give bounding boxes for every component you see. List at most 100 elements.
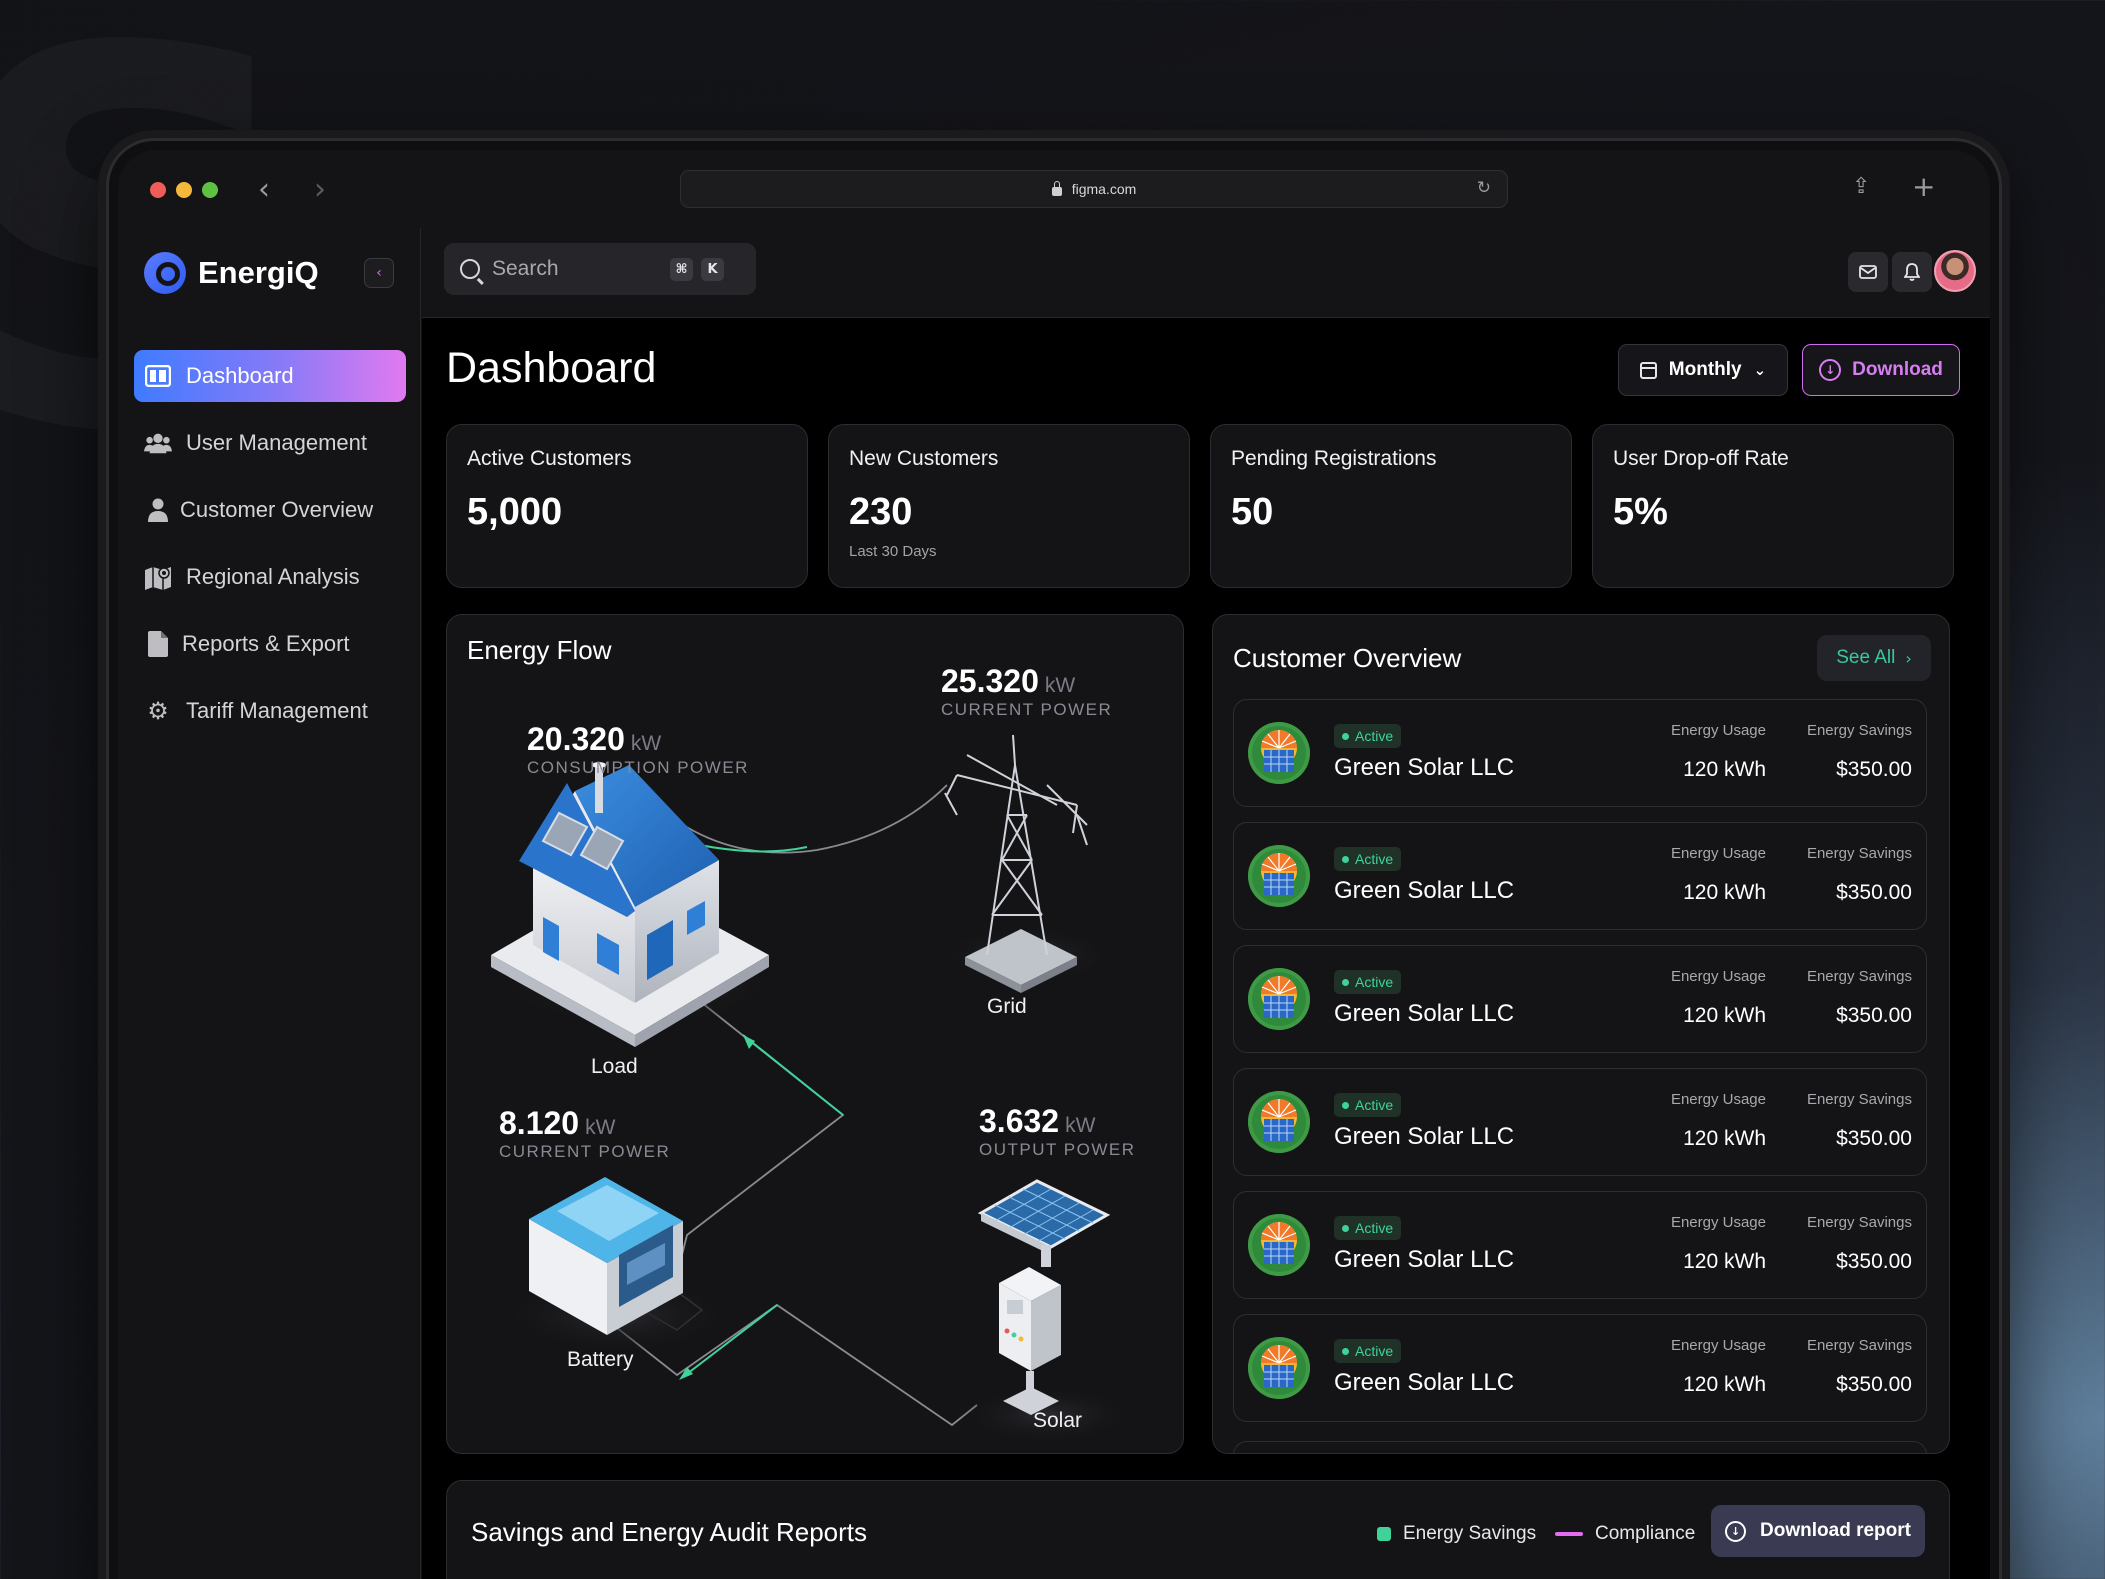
mail-icon [1859, 265, 1877, 279]
download-button-label: Download [1852, 359, 1943, 380]
sidebar: EnergiQ ‹ Dashboard User Management Cust [118, 228, 421, 1579]
customer-overview-panel: Customer Overview See All › Active Green … [1212, 614, 1950, 1454]
brand: EnergiQ [144, 252, 319, 294]
page-title: Dashboard [446, 344, 657, 392]
legend-label: Energy Savings [1403, 1523, 1537, 1544]
status-badge: Active [1334, 1093, 1402, 1117]
energy-savings-value: $350.00 [1836, 758, 1912, 781]
stat-label: Pending Registrations [1231, 447, 1437, 470]
browser-window: ‹ › figma.com ↻ ⇪ + EnergiQ ‹ Dashboard [118, 150, 1990, 1579]
download-button[interactable]: ↓ Download [1802, 344, 1960, 396]
share-icon[interactable]: ⇪ [1852, 174, 1870, 199]
load-to-battery-line [676, 994, 845, 1276]
status-label: Active [1355, 728, 1394, 744]
collapse-sidebar-button[interactable]: ‹ [364, 258, 394, 288]
energy-usage-header: Energy Usage [1670, 968, 1766, 985]
load-label: Load [591, 1055, 638, 1078]
mail-button[interactable] [1848, 252, 1888, 292]
address-bar[interactable]: figma.com ↻ [680, 170, 1508, 208]
search-box[interactable]: ⌘ K [444, 243, 756, 295]
sidebar-item-dashboard[interactable]: Dashboard [134, 350, 406, 402]
solar-power-readout: 3.632 kW OUTPUT POWER [979, 1103, 1136, 1160]
reports-title: Savings and Energy Audit Reports [471, 1517, 868, 1547]
close-window-button[interactable] [150, 182, 166, 198]
status-badge: Active [1334, 724, 1402, 748]
company-logo-icon [1248, 722, 1310, 784]
stat-value: 5% [1613, 491, 1668, 533]
solar-label: Solar [1033, 1409, 1083, 1432]
customer-name: Green Solar LLC [1334, 1123, 1515, 1150]
calendar-icon [1639, 361, 1657, 379]
solar-power-caption: OUTPUT POWER [979, 1140, 1136, 1159]
stat-card-pending-registrations: Pending Registrations 50 [1210, 424, 1572, 588]
brand-name: EnergiQ [198, 255, 319, 290]
energy-usage-value: 120 kWh [1683, 1004, 1766, 1027]
energy-savings-value: $350.00 [1836, 1004, 1912, 1027]
consumption-power-readout: 20.320 kW CONSUMPTION POWER [527, 721, 749, 778]
energy-savings-value: $350.00 [1836, 881, 1912, 904]
grid-label: Grid [987, 995, 1027, 1018]
see-all-button[interactable]: See All › [1817, 635, 1931, 681]
status-label: Active [1355, 1097, 1394, 1113]
customer-row[interactable]: Active Green Solar LLC Energy Usage 120 kWh… [1233, 945, 1927, 1053]
status-dot [1342, 1101, 1349, 1109]
sidebar-item-label: Dashboard [186, 363, 294, 388]
sidebar-item-customer-overview[interactable]: Customer Overview [134, 484, 406, 536]
sidebar-item-label: Customer Overview [180, 497, 374, 522]
battery-power-unit: kW [585, 1116, 616, 1139]
status-dot [1342, 1347, 1349, 1355]
grid-power-readout: 25.320 kW CURRENT POWER [941, 663, 1112, 720]
sidebar-item-label: Tariff Management [186, 698, 368, 723]
stat-card-drop-off-rate: User Drop-off Rate 5% [1592, 424, 1954, 588]
customer-name: Green Solar LLC [1334, 754, 1515, 781]
dashboard-icon [144, 363, 172, 389]
customer-row[interactable]: Active Green Solar LLC Energy Usage 120 kWh… [1233, 822, 1927, 930]
maximize-window-button[interactable] [202, 182, 218, 198]
energy-usage-header: Energy Usage [1670, 1214, 1766, 1231]
customer-row[interactable]: Active Green Solar LLC Energy Usage 120 kWh… [1233, 1068, 1927, 1176]
minimize-window-button[interactable] [176, 182, 192, 198]
sidebar-item-regional-analysis[interactable]: Regional Analysis [134, 551, 406, 603]
stat-value: 5,000 [467, 491, 563, 533]
sidebar-item-tariff-management[interactable]: ⚙ Tariff Management [134, 685, 406, 737]
consumption-power-value: 20.320 [527, 721, 625, 757]
brand-logo-icon [144, 252, 186, 294]
customer-row-partial[interactable] [1233, 1441, 1927, 1453]
energy-savings-header: Energy Savings [1806, 968, 1912, 985]
sidebar-item-label: User Management [186, 430, 367, 455]
customer-name: Green Solar LLC [1334, 877, 1515, 904]
customer-row[interactable]: Active Green Solar LLC Energy Usage 120 kWh… [1233, 1314, 1927, 1422]
company-logo-icon [1248, 1337, 1310, 1399]
stat-label: New Customers [849, 447, 999, 470]
search-input[interactable] [492, 257, 662, 281]
customer-name: Green Solar LLC [1334, 1246, 1515, 1273]
avatar[interactable] [1934, 250, 1976, 292]
sidebar-item-reports-export[interactable]: Reports & Export [134, 618, 406, 670]
download-report-button[interactable]: ↓ Download report [1711, 1505, 1925, 1557]
grid-power-value: 25.320 [941, 663, 1039, 699]
legend-compliance: Compliance [1555, 1523, 1695, 1545]
status-badge: Active [1334, 847, 1402, 871]
energy-savings-header: Energy Savings [1806, 1214, 1912, 1231]
new-tab-icon[interactable]: + [1912, 170, 1935, 203]
solar-power-unit: kW [1065, 1114, 1096, 1137]
customer-row[interactable]: Active Green Solar LLC Energy Usage 120 kWh… [1233, 699, 1927, 807]
browser-toolbar: ‹ › figma.com ↻ ⇪ + [118, 150, 1990, 228]
legend-label: Compliance [1595, 1523, 1696, 1544]
notifications-button[interactable] [1892, 252, 1932, 292]
stat-value: 50 [1231, 491, 1274, 533]
forward-icon[interactable]: › [314, 172, 326, 207]
search-icon [460, 259, 480, 279]
back-icon[interactable]: ‹ [258, 172, 270, 207]
gear-icon: ⚙ [147, 697, 169, 725]
reports-panel: Savings and Energy Audit Reports Energy … [446, 1480, 1950, 1579]
reload-icon[interactable]: ↻ [1477, 178, 1491, 198]
solar-power-value: 3.632 [979, 1103, 1060, 1139]
customer-row[interactable]: Active Green Solar LLC Energy Usage 120 kWh… [1233, 1191, 1927, 1299]
period-select[interactable]: Monthly ⌄ [1618, 344, 1788, 396]
chevron-down-icon: ⌄ [1753, 361, 1767, 379]
status-badge: Active [1334, 1339, 1402, 1363]
sidebar-item-user-management[interactable]: User Management [134, 417, 406, 469]
main-content: Dashboard Monthly ⌄ ↓ Download Active Cu… [422, 318, 1990, 1579]
shortcut-command-key: ⌘ [670, 257, 693, 281]
